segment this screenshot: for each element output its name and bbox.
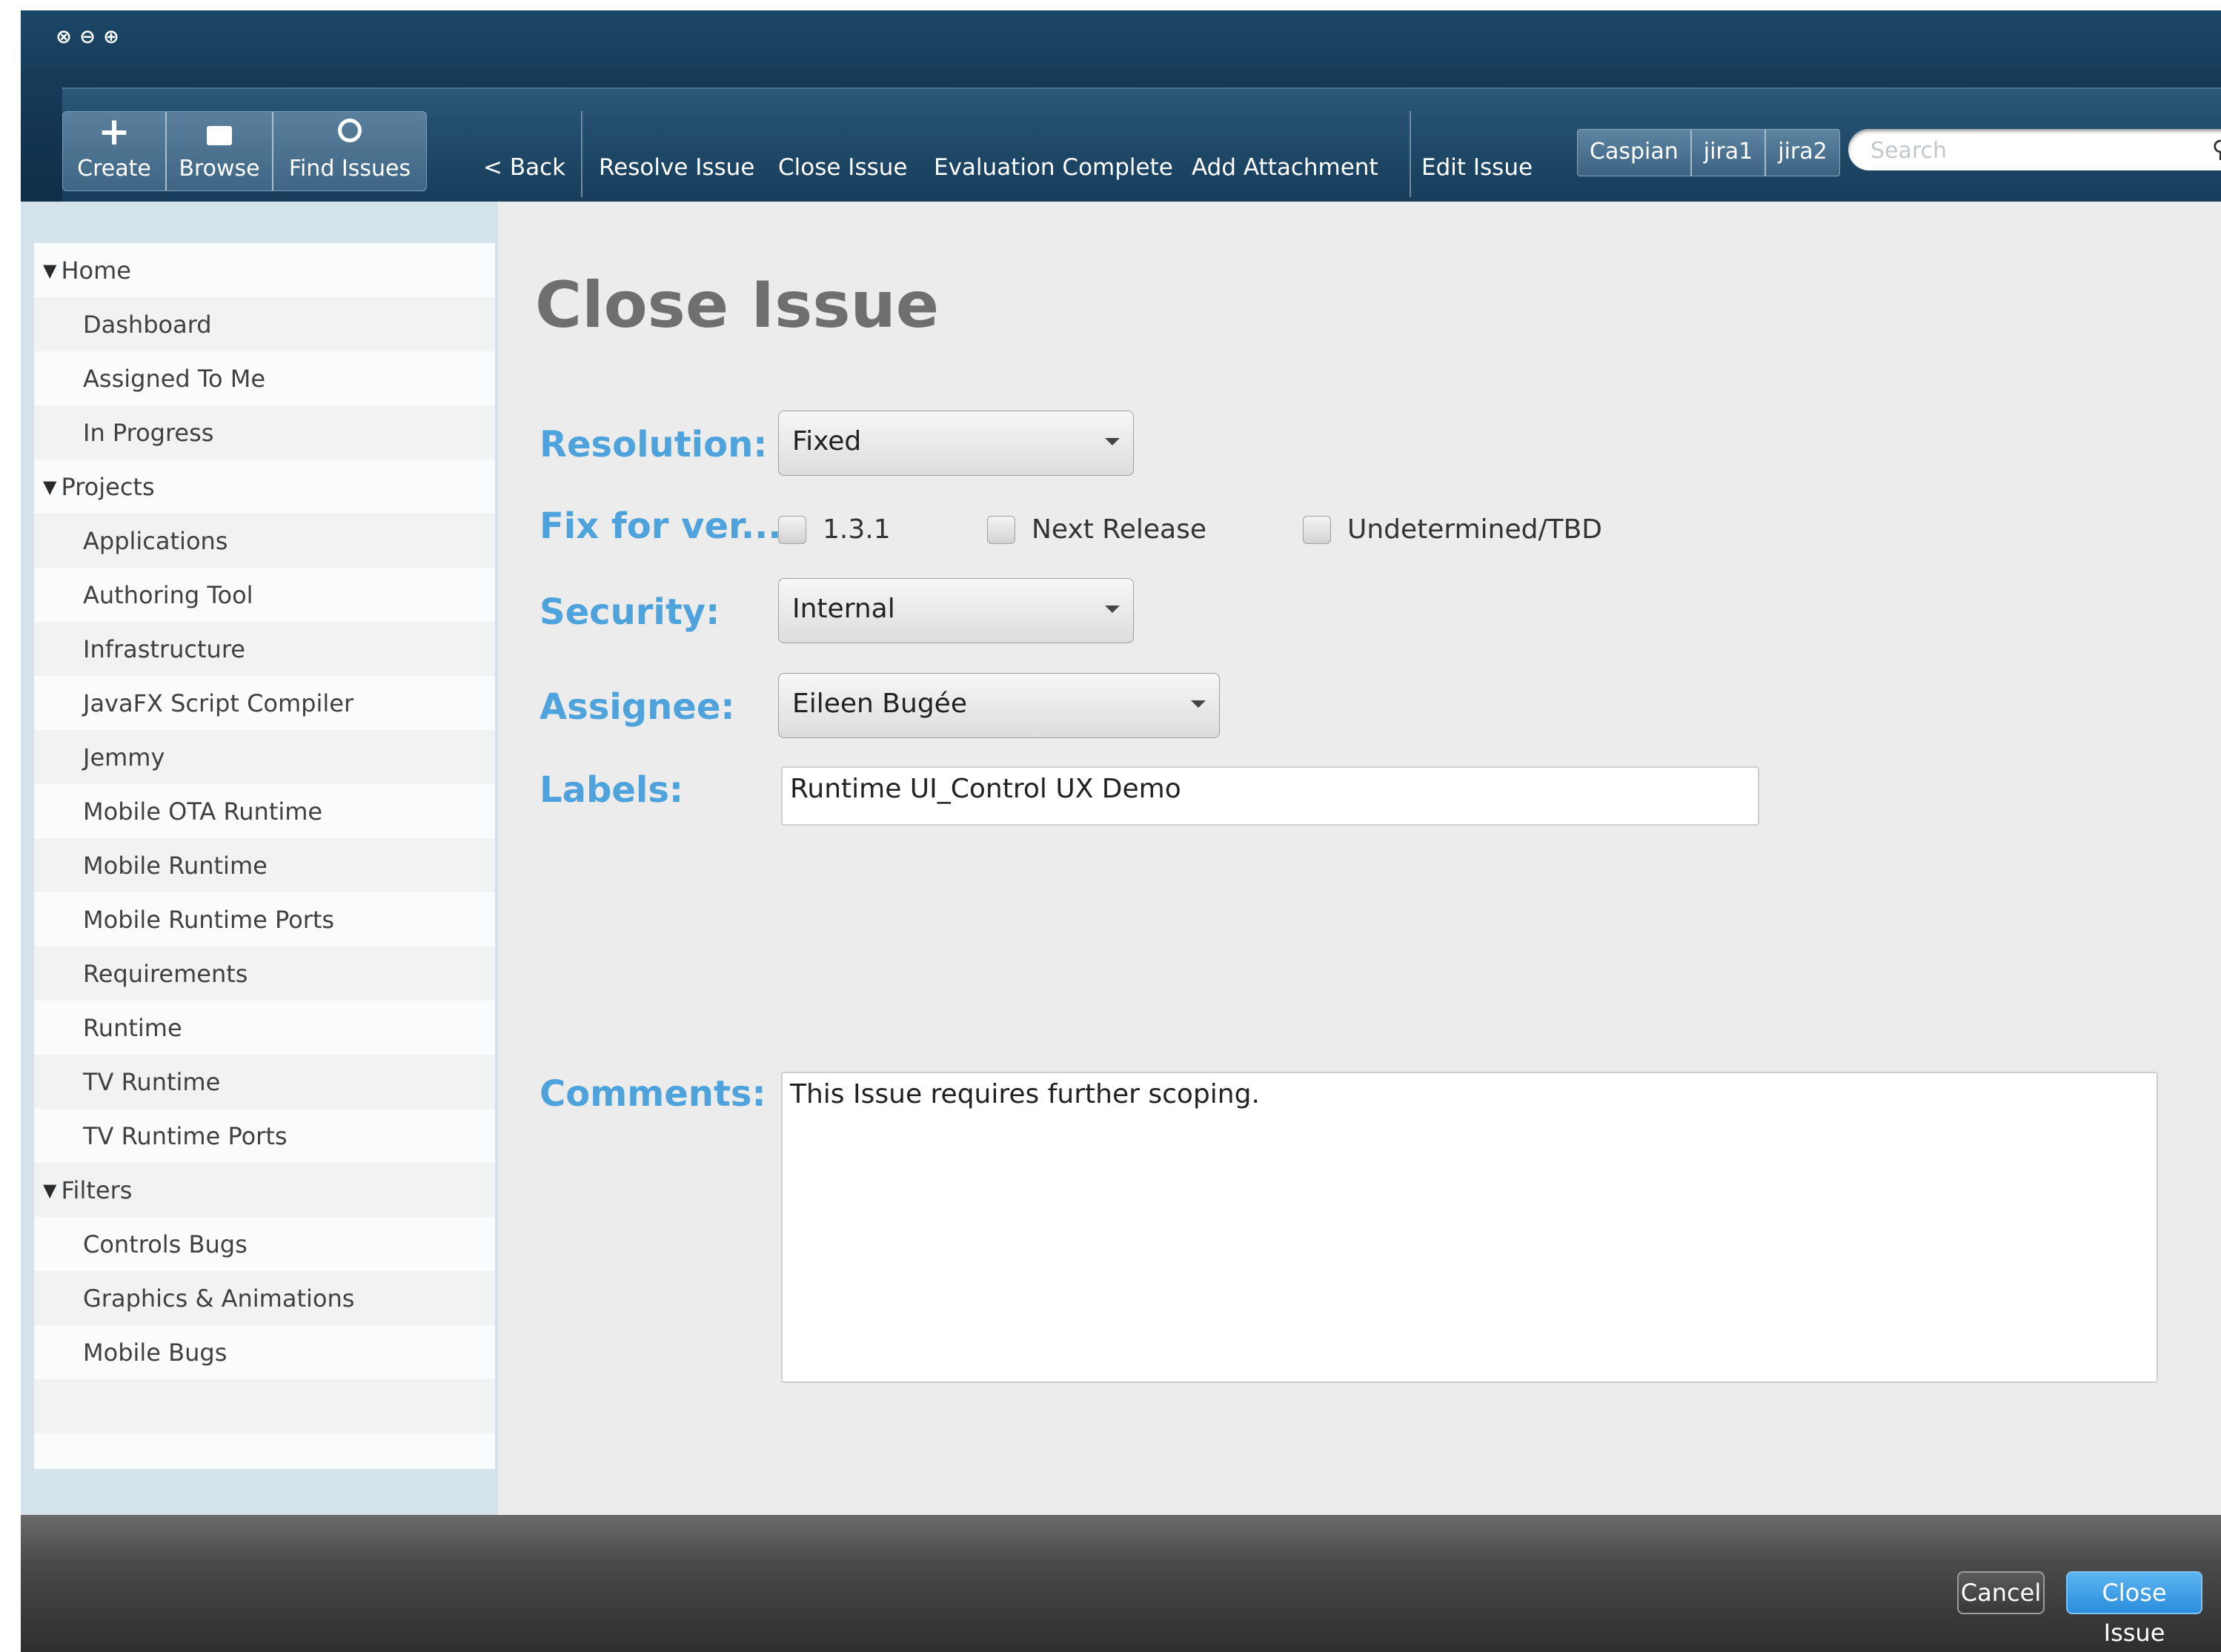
main-nav-buttons: + Create Browse Find Issues [62, 111, 427, 191]
fix-for-version-label: Fix for ver... [540, 505, 782, 547]
expanded-triangle-icon[interactable]: ▼ [43, 477, 56, 497]
sidebar-item-authoring-tool[interactable]: Authoring Tool [34, 568, 495, 622]
search-icon[interactable]: ⚲ [2212, 135, 2221, 163]
sidebar-item-applications[interactable]: Applications [34, 514, 495, 568]
cancel-button[interactable]: Cancel [1957, 1571, 2045, 1614]
chevron-down-icon [1191, 700, 1206, 708]
assignee-select[interactable]: Eileen Bugée [778, 673, 1220, 738]
checkbox-label: Undetermined/TBD [1347, 514, 1603, 545]
search-icon [338, 119, 362, 142]
resolution-label: Resolution: [540, 424, 768, 465]
close-issue-form: Close Issue Resolution: Fixed Fix for ve… [498, 202, 2221, 1515]
user-switcher: Caspian jira1 jira2 [1577, 129, 1840, 176]
resolution-value: Fixed [792, 426, 862, 457]
sidebar-item-mobile-runtime-ports[interactable]: Mobile Runtime Ports [34, 892, 495, 946]
sidebar-item-requirements[interactable]: Requirements [34, 946, 495, 1001]
fix-version-checkbox-next-release[interactable]: Next Release [987, 514, 1206, 545]
close-window-icon[interactable]: ⊗ [55, 27, 73, 47]
tree-section-label: Filters [61, 1175, 133, 1204]
labels-field[interactable]: Runtime UI_Control UX Demo [781, 766, 1759, 826]
sidebar-item-controls-bugs[interactable]: Controls Bugs [34, 1217, 495, 1271]
chevron-down-icon [1105, 606, 1120, 613]
close-issue-button[interactable]: Close Issue [2066, 1571, 2202, 1647]
resolution-select[interactable]: Fixed [778, 411, 1134, 476]
chevron-down-icon [1105, 438, 1120, 445]
fix-version-checkbox-undetermined[interactable]: Undetermined/TBD [1303, 514, 1602, 545]
minimize-window-icon[interactable]: ⊖ [79, 27, 96, 47]
sidebar-item-javafx-script-compiler[interactable]: JavaFX Script Compiler [34, 676, 495, 730]
sidebar-item-in-progress[interactable]: In Progress [34, 405, 495, 460]
tree-section-home[interactable]: ▼ Home [34, 243, 495, 297]
sidebar-panel: ▼ Home Dashboard Assigned To Me In Progre… [21, 202, 498, 1515]
tree-section-label: Projects [61, 472, 155, 501]
tree-section-projects[interactable]: ▼ Projects [34, 460, 495, 514]
window-controls: ⊗ ⊖ ⊕ [55, 27, 120, 47]
comments-textarea[interactable]: This Issue requires further scoping. [781, 1072, 2158, 1383]
sidebar-item-mobile-ota-runtime[interactable]: Mobile OTA Runtime [34, 784, 495, 838]
assignee-label: Assignee: [540, 686, 735, 728]
tree-section-label: Home [61, 256, 131, 285]
sidebar-item-tv-runtime-ports[interactable]: TV Runtime Ports [34, 1109, 495, 1163]
labels-label: Labels: [540, 769, 684, 811]
expanded-triangle-icon[interactable]: ▼ [43, 260, 56, 281]
close-issue-action[interactable]: Close Issue [778, 154, 907, 181]
user-jira1[interactable]: jira1 [1692, 130, 1767, 176]
app-window: ⊗ ⊖ ⊕ + Create Browse Find Issues < Back [21, 10, 2221, 1652]
create-label: Create [77, 156, 151, 182]
user-jira2[interactable]: jira2 [1766, 130, 1839, 176]
find-issues-label: Find Issues [288, 156, 411, 182]
checkbox-box[interactable] [778, 515, 806, 544]
sidebar-item-tv-runtime[interactable]: TV Runtime [34, 1055, 495, 1109]
plus-icon: + [98, 110, 130, 154]
sidebar-item-graphics-animations[interactable]: Graphics & Animations [34, 1271, 495, 1325]
create-button[interactable]: + Create [63, 112, 167, 190]
resolve-issue-action[interactable]: Resolve Issue [599, 154, 754, 181]
security-label: Security: [540, 591, 720, 633]
browse-button[interactable]: Browse [167, 112, 273, 190]
sidebar-item-jemmy[interactable]: Jemmy [34, 730, 495, 784]
comments-label: Comments: [540, 1073, 766, 1115]
browse-label: Browse [179, 156, 260, 182]
add-attachment-action[interactable]: Add Attachment [1192, 154, 1378, 181]
fix-version-checkbox-1-3-1[interactable]: 1.3.1 [778, 514, 891, 545]
toolbar-divider [1410, 111, 1411, 197]
sidebar-item-mobile-runtime[interactable]: Mobile Runtime [34, 838, 495, 892]
security-select[interactable]: Internal [778, 578, 1134, 643]
expanded-triangle-icon[interactable]: ▼ [43, 1180, 56, 1201]
back-button[interactable]: < Back [483, 154, 565, 181]
checkbox-box[interactable] [987, 515, 1015, 544]
evaluation-complete-action[interactable]: Evaluation Complete [934, 154, 1173, 181]
checkbox-label: 1.3.1 [823, 514, 891, 545]
sidebar-item-runtime[interactable]: Runtime [34, 1001, 495, 1055]
edit-issue-action[interactable]: Edit Issue [1421, 154, 1533, 181]
maximize-window-icon[interactable]: ⊕ [102, 27, 120, 47]
tree-section-filters[interactable]: ▼ Filters [34, 1163, 495, 1217]
sidebar-tree: ▼ Home Dashboard Assigned To Me In Progre… [34, 243, 495, 1469]
assignee-value: Eileen Bugée [792, 689, 967, 719]
sidebar-item-assigned-to-me[interactable]: Assigned To Me [34, 351, 495, 405]
sidebar-item-dashboard[interactable]: Dashboard [34, 297, 495, 351]
search-input[interactable] [1869, 133, 2198, 167]
find-issues-button[interactable]: Find Issues [273, 112, 426, 190]
page-title: Close Issue [535, 268, 940, 342]
toolbar-divider [581, 111, 582, 197]
search-box: ⚲ [1848, 129, 2221, 170]
folder-icon [207, 126, 232, 145]
user-caspian[interactable]: Caspian [1578, 130, 1692, 176]
header: ⊗ ⊖ ⊕ + Create Browse Find Issues < Back [21, 10, 2221, 202]
security-value: Internal [792, 594, 895, 624]
footer-bar: Cancel Close Issue [21, 1515, 2221, 1652]
checkbox-box[interactable] [1303, 515, 1331, 544]
checkbox-label: Next Release [1032, 514, 1206, 545]
sidebar-item-mobile-bugs[interactable]: Mobile Bugs [34, 1325, 495, 1379]
sidebar-empty-row [34, 1379, 495, 1433]
sidebar-item-infrastructure[interactable]: Infrastructure [34, 622, 495, 676]
